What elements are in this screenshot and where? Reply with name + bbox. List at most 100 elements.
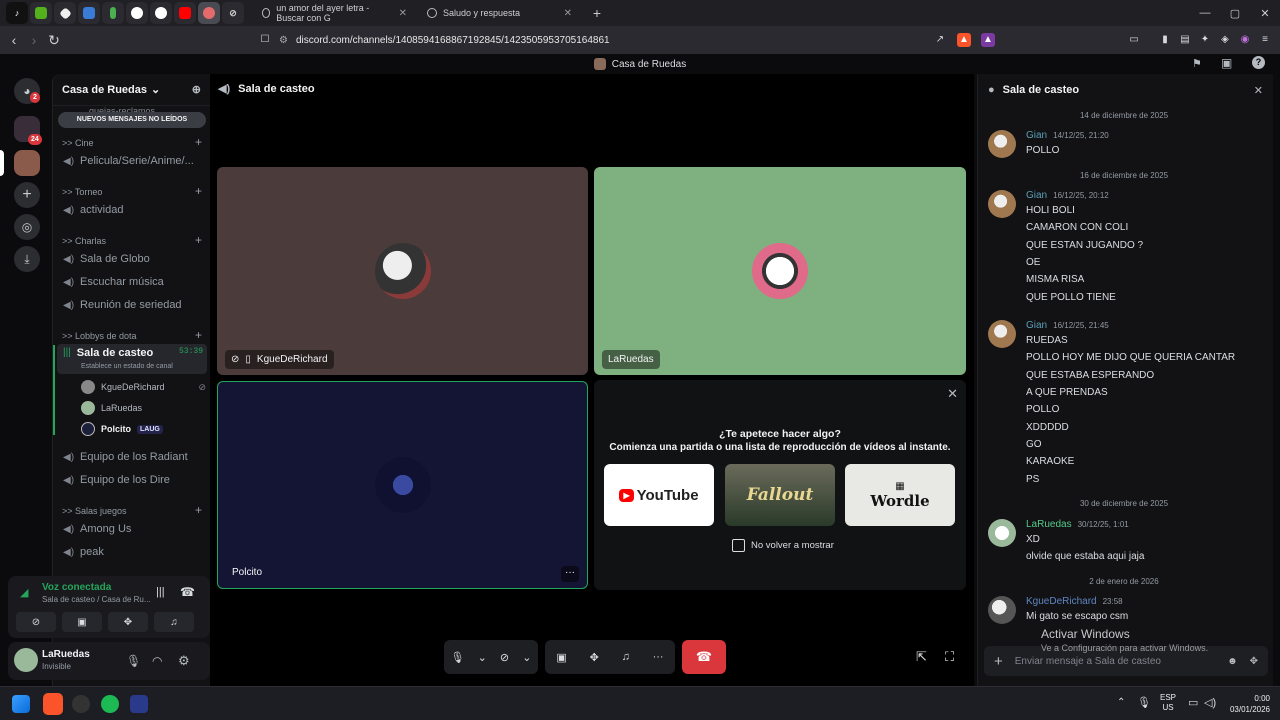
server-header[interactable]: Casa de Ruedas ⌄ ⊕ <box>53 74 210 106</box>
obs-taskbar-icon[interactable] <box>72 695 90 713</box>
channel-item[interactable]: ◀) Equipo de los Radiant <box>57 447 207 467</box>
language-indicator[interactable]: ESP US <box>1160 693 1176 713</box>
server-casa-de-ruedas-icon[interactable] <box>14 150 40 176</box>
windows-start-icon[interactable] <box>12 695 30 713</box>
apps-icon[interactable]: ✥ <box>1250 656 1258 667</box>
category-lobbys[interactable]: >> Lobbys de dota + <box>62 329 202 341</box>
avatar[interactable] <box>988 519 1016 547</box>
fallout-activity-card[interactable]: Fallout <box>725 464 835 526</box>
category-torneo[interactable]: >> Torneo + <box>62 185 202 197</box>
channel-item[interactable]: ◀) Reunión de seriedad <box>57 295 207 315</box>
channel-item[interactable]: ◀) Pelicula/Serie/Anime/... <box>57 151 207 171</box>
forward-icon[interactable]: › <box>24 32 44 48</box>
volume-icon[interactable]: ◁) <box>1204 696 1216 709</box>
soundboard-button[interactable]: ♫ <box>154 612 194 632</box>
maximize-button[interactable]: ▢ <box>1220 7 1250 20</box>
channel-item[interactable]: ◀) Equipo de los Dire <box>57 470 207 490</box>
wordle-activity-card[interactable]: ▦ Wordle <box>845 464 955 526</box>
avatar[interactable] <box>988 596 1016 624</box>
camera-off-icon[interactable]: ⊘ <box>500 651 509 664</box>
add-channel-icon[interactable]: + <box>195 185 202 197</box>
channel-status-hint[interactable]: Establece un estado de canal <box>81 363 173 370</box>
category-cine[interactable]: >> Cine + <box>62 136 202 148</box>
voice-user[interactable]: KgueDeRichard ⊘ <box>81 380 206 394</box>
microphone-icon[interactable]: 🎙︎ <box>126 654 141 668</box>
chevron-down-icon[interactable]: ⌄ <box>522 651 531 664</box>
add-channel-icon[interactable]: + <box>195 136 202 148</box>
share-icon[interactable]: ↗ <box>933 33 947 47</box>
youtube-pinned-tab[interactable] <box>174 2 196 24</box>
chevron-down-icon[interactable]: ⌄ <box>478 651 487 664</box>
avatar[interactable] <box>988 320 1016 348</box>
ai-icon[interactable]: ✦ <box>1198 33 1212 47</box>
category-charlas[interactable]: >> Charlas + <box>62 234 202 246</box>
clock[interactable]: 0:00 03/01/2026 <box>1226 693 1270 715</box>
activities-button[interactable]: ✥ <box>108 612 148 632</box>
user-name[interactable]: LaRuedas <box>42 649 90 660</box>
category-salas-juegos[interactable]: >> Salas juegos + <box>62 504 202 516</box>
reload-icon[interactable]: ↻ <box>44 32 64 49</box>
dont-show-checkbox[interactable] <box>732 539 745 552</box>
add-channel-icon[interactable]: + <box>195 329 202 341</box>
screen-share-icon[interactable]: ▣ <box>556 651 566 664</box>
voice-user[interactable]: LaRuedas <box>81 401 142 415</box>
author-name[interactable]: LaRuedas <box>1026 519 1072 530</box>
avatar[interactable] <box>988 130 1016 158</box>
video-tile-polcito[interactable]: Polcito ··· <box>217 381 588 589</box>
invite-icon[interactable]: ⊕ <box>192 83 201 96</box>
channel-item[interactable]: ◀) Among Us <box>57 519 207 539</box>
tiktok-pinned-tab[interactable]: ♪ <box>6 2 28 24</box>
popout-icon[interactable]: ⇱ <box>916 649 927 665</box>
more-icon[interactable]: ··· <box>653 651 664 663</box>
tray-chevron-icon[interactable]: ⌃ <box>1117 697 1125 708</box>
channel-item[interactable]: ◀) Sala de Globo <box>57 249 207 269</box>
add-channel-icon[interactable]: + <box>195 504 202 516</box>
pinned-tab-grid[interactable] <box>78 2 100 24</box>
video-tile-kguederichard[interactable]: ⊘ ▯ KgueDeRichard <box>217 167 588 375</box>
wallet-icon[interactable]: ▤ <box>1178 33 1192 47</box>
camera-toggle-button[interactable]: ⊘ <box>16 612 56 632</box>
checkbox-label[interactable]: No volver a mostrar <box>751 540 834 551</box>
menu-icon[interactable]: ≡ <box>1258 33 1272 47</box>
add-server-icon[interactable]: + <box>14 182 40 208</box>
extension-icon[interactable]: ◉ <box>1238 33 1252 47</box>
pinned-tab-google-2[interactable] <box>150 2 172 24</box>
bookmark-icon[interactable]: ☐ <box>258 33 272 47</box>
close-icon[interactable]: ✕ <box>1254 84 1263 97</box>
settings-gear-icon[interactable]: ⚙ <box>178 653 190 669</box>
new-messages-banner[interactable]: NUEVOS MENSAJES NO LEÍDOS <box>58 112 206 128</box>
emoji-icon[interactable]: ☻ <box>1227 656 1238 667</box>
channel-item[interactable]: ◀) actividad <box>57 200 207 220</box>
signal-icon[interactable]: ◢ <box>20 586 28 599</box>
minimize-button[interactable]: — <box>1190 7 1220 20</box>
more-options-button[interactable]: ··· <box>561 566 579 582</box>
microphone-icon[interactable]: 🎙︎ <box>451 651 465 664</box>
pinned-tab-diamond[interactable] <box>54 2 76 24</box>
channel-item[interactable]: ◀) peak <box>57 542 207 562</box>
add-attachment-icon[interactable]: + <box>994 653 1003 670</box>
discover-icon[interactable]: ◎ <box>14 214 40 240</box>
video-tile-laruedas[interactable]: LaRuedas <box>594 167 966 375</box>
author-name[interactable]: Gian <box>1026 320 1047 331</box>
rewards-icon[interactable]: ▲ <box>981 33 995 47</box>
download-icon[interactable]: ⤓ <box>14 246 40 272</box>
muted-tab-icon[interactable]: ⊘ <box>222 2 244 24</box>
channel-item[interactable]: ◀) Escuchar música <box>57 272 207 292</box>
pinned-tab-figure[interactable] <box>102 2 124 24</box>
new-tab-button[interactable]: + <box>582 5 612 21</box>
author-name[interactable]: Gian <box>1026 130 1047 141</box>
avatar[interactable] <box>988 190 1016 218</box>
pinned-tab-green[interactable] <box>30 2 52 24</box>
brave-shield-icon[interactable]: ▲ <box>957 33 971 47</box>
tab-chat[interactable]: Saludo y respuesta ✕ <box>417 2 582 24</box>
tab-search[interactable]: un amor del ayer letra - Buscar con G ✕ <box>252 2 417 24</box>
close-icon[interactable]: ✕ <box>947 386 958 402</box>
author-name[interactable]: KgueDeRichard <box>1026 596 1097 607</box>
vpn-icon[interactable]: ◈ <box>1218 33 1232 47</box>
close-window-button[interactable]: ✕ <box>1250 7 1280 20</box>
close-tab-icon[interactable]: ✕ <box>564 8 572 19</box>
discord-pinned-tab[interactable] <box>198 2 220 24</box>
activities-icon[interactable]: ✥ <box>590 651 599 664</box>
soundboard-icon[interactable]: ♫ <box>622 651 630 663</box>
hang-up-button[interactable]: ☎ <box>682 640 726 674</box>
